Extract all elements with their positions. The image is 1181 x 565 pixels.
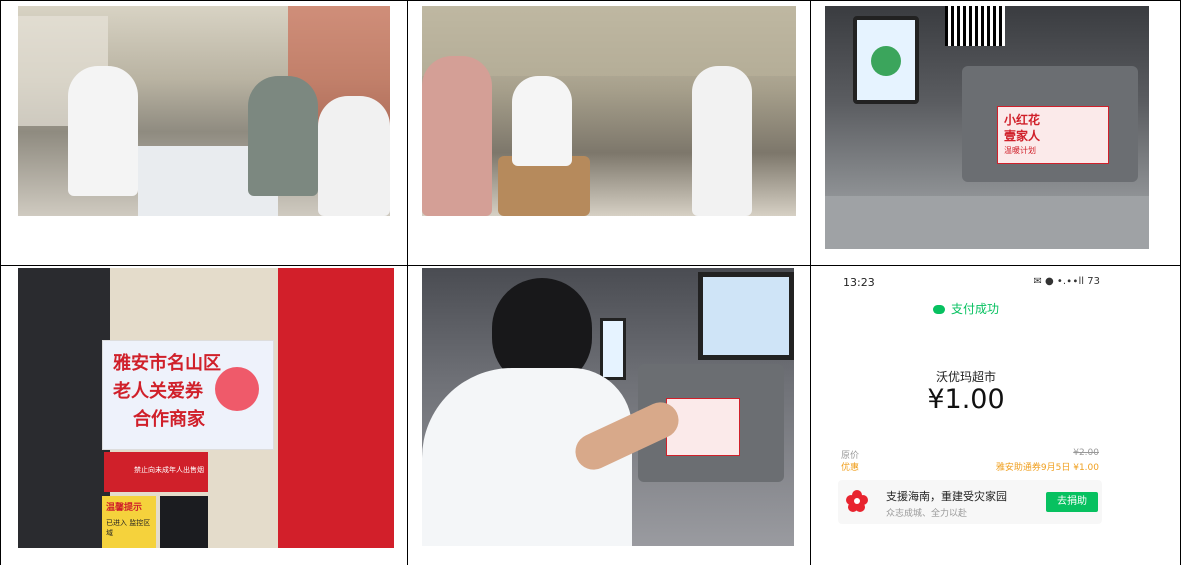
no-sale-notice: 禁止向未成年人出售烟酒	[104, 452, 208, 492]
grid-horizontal-top	[0, 0, 1181, 1]
red-wall	[270, 268, 394, 548]
photo-checkout-customers	[18, 6, 390, 216]
notice-text: 禁止向未成年人出售烟酒	[134, 466, 204, 474]
person-cashier	[692, 66, 752, 216]
tip-title: 温馨提示	[106, 503, 143, 513]
payment-success-label: 支付成功	[950, 302, 999, 316]
person-grey-shirt	[248, 76, 318, 196]
tip-sign: 温馨提示 已进入 监控区域	[102, 496, 156, 548]
counter-top	[825, 196, 1149, 249]
status-time: 13:23	[843, 276, 875, 289]
person-pink-shirt	[422, 56, 492, 216]
poster-line2: 老人关爱券	[113, 381, 203, 402]
poster: 雅安市名山区 老人关爱券 合作商家	[102, 340, 274, 450]
monitor	[698, 272, 794, 360]
sign-line3: 温暖计划	[1004, 146, 1036, 155]
sign-line2: 壹家人	[1004, 129, 1041, 143]
sign-line1: 小红花	[1004, 113, 1041, 127]
merchant-name: 沃优玛超市	[935, 370, 996, 384]
qr-code	[945, 6, 1005, 46]
photo-payment-terminal: 小红花 壹家人 温暖计划	[825, 6, 1149, 249]
discount-label: 优惠	[841, 463, 860, 473]
flower-mascot	[215, 367, 259, 411]
grid-horizontal-middle	[0, 265, 1181, 266]
photo-attaching-sign	[422, 268, 794, 546]
checkout-sign: 小红花 壹家人 温暖计划	[997, 106, 1109, 164]
person-white-shirt	[68, 66, 138, 196]
donation-subtitle: 众志成城、全力以赴	[886, 509, 968, 519]
wechat-pay-icon	[932, 305, 945, 314]
original-price: ¥2.00	[1073, 448, 1099, 458]
ad-sign	[160, 496, 208, 548]
poster-line1: 雅安市名山区	[113, 353, 221, 374]
poster-line3: 合作商家	[133, 409, 205, 430]
terminal-screen	[600, 318, 626, 380]
photo-partner-poster: 雅安市名山区 老人关爱券 合作商家 禁止向未成年人出售烟酒 温馨提示 已进入 监…	[18, 268, 394, 548]
person-white-shirt	[512, 76, 572, 166]
discount-value: 雅安助通券9月5日 ¥1.00	[995, 463, 1099, 473]
donate-button[interactable]: 去捐助	[1046, 492, 1098, 512]
red-flower-icon	[846, 490, 868, 512]
tip-sub: 已进入 监控区域	[106, 519, 151, 537]
grid-vertical-left	[0, 0, 1, 565]
donation-title: 支援海南，重建受灾家园	[886, 490, 1007, 503]
grid-vertical-2	[810, 0, 811, 565]
photo-checkout-counter	[422, 6, 796, 216]
tree-icon	[871, 46, 901, 76]
payment-success: 支付成功	[826, 300, 1106, 317]
phone-payment-screen: 13:23 ✉ ● •.∙∙ll 73 支付成功 沃优玛超市 ¥1.00 原价 …	[826, 268, 1106, 558]
status-icons: ✉ ● •.∙∙ll 73	[1033, 276, 1100, 287]
person-white-shirt-right	[318, 96, 390, 216]
discount-row: 优惠 雅安助通券9月5日 ¥1.00	[841, 460, 1099, 473]
payment-amount: ¥1.00	[927, 384, 1005, 415]
grid-vertical-1	[407, 0, 408, 565]
donation-card[interactable]: 支援海南，重建受灾家园 众志成城、全力以赴 去捐助	[838, 480, 1102, 524]
